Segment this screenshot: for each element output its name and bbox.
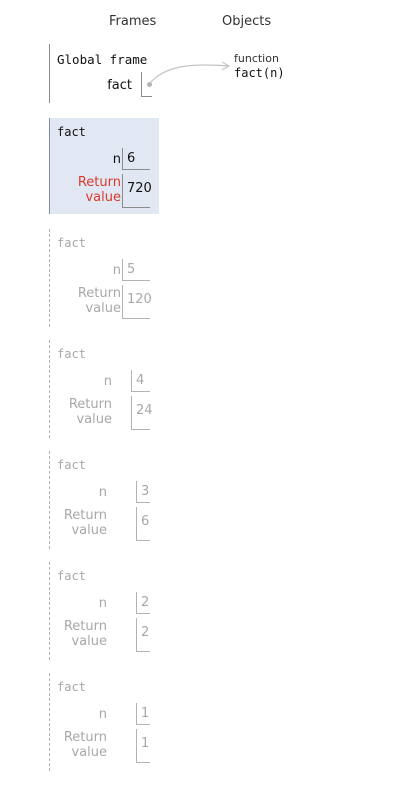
return-value-label: Return value bbox=[78, 286, 121, 316]
var-n-value: 3 bbox=[136, 481, 150, 503]
var-n-value: 5 bbox=[122, 259, 150, 281]
var-n-label: n bbox=[98, 596, 107, 611]
return-label-line2: value bbox=[85, 301, 121, 316]
var-n-label: n bbox=[98, 707, 107, 722]
frame-title: fact bbox=[57, 236, 86, 250]
frame-title: fact bbox=[57, 125, 86, 139]
frame-fact-5: fact n 2 Return value 2 bbox=[49, 562, 159, 660]
return-label-line2: value bbox=[76, 412, 112, 427]
var-n-value: 4 bbox=[131, 370, 150, 392]
return-value: 2 bbox=[136, 618, 150, 652]
frame-fact-6: fact n 1 Return value 1 bbox=[49, 673, 159, 771]
frame-title: fact bbox=[57, 458, 86, 472]
frame-fact-1: fact n 6 Return value 720 bbox=[49, 118, 159, 214]
return-value-label: Return value bbox=[64, 619, 107, 649]
return-label-line1: Return bbox=[68, 397, 112, 412]
return-label-line1: Return bbox=[63, 730, 107, 745]
frame-title: fact bbox=[57, 680, 86, 694]
return-label-line2: value bbox=[85, 190, 121, 205]
return-value-label: Return value bbox=[69, 397, 112, 427]
return-value-label: Return value bbox=[64, 508, 107, 538]
return-value: 720 bbox=[122, 174, 152, 208]
var-n-value: 1 bbox=[136, 703, 150, 725]
return-label-line1: Return bbox=[77, 175, 121, 190]
pointer-arrow bbox=[149, 61, 231, 84]
return-label-line1: Return bbox=[63, 619, 107, 634]
frame-fact-4: fact n 3 Return value 6 bbox=[49, 451, 159, 549]
var-n-value: 2 bbox=[136, 592, 150, 614]
return-value-label: Return value bbox=[78, 175, 121, 205]
var-n-value: 6 bbox=[122, 148, 150, 170]
return-label-line2: value bbox=[71, 745, 107, 760]
frame-title: fact bbox=[57, 569, 86, 583]
var-n-label: n bbox=[103, 374, 112, 389]
var-n-label: n bbox=[112, 152, 121, 167]
return-value: 6 bbox=[136, 507, 150, 541]
return-value: 24 bbox=[131, 396, 153, 430]
var-n-label: n bbox=[112, 263, 121, 278]
frame-fact-2: fact n 5 Return value 120 bbox=[49, 229, 159, 327]
frame-fact-3: fact n 4 Return value 24 bbox=[49, 340, 159, 438]
return-label-line1: Return bbox=[63, 508, 107, 523]
return-label-line1: Return bbox=[77, 286, 121, 301]
var-n-label: n bbox=[98, 485, 107, 500]
return-value-label: Return value bbox=[64, 730, 107, 760]
return-label-line2: value bbox=[71, 634, 107, 649]
frame-title: fact bbox=[57, 347, 86, 361]
return-value: 120 bbox=[122, 285, 152, 319]
return-label-line2: value bbox=[71, 523, 107, 538]
return-value: 1 bbox=[136, 729, 150, 763]
